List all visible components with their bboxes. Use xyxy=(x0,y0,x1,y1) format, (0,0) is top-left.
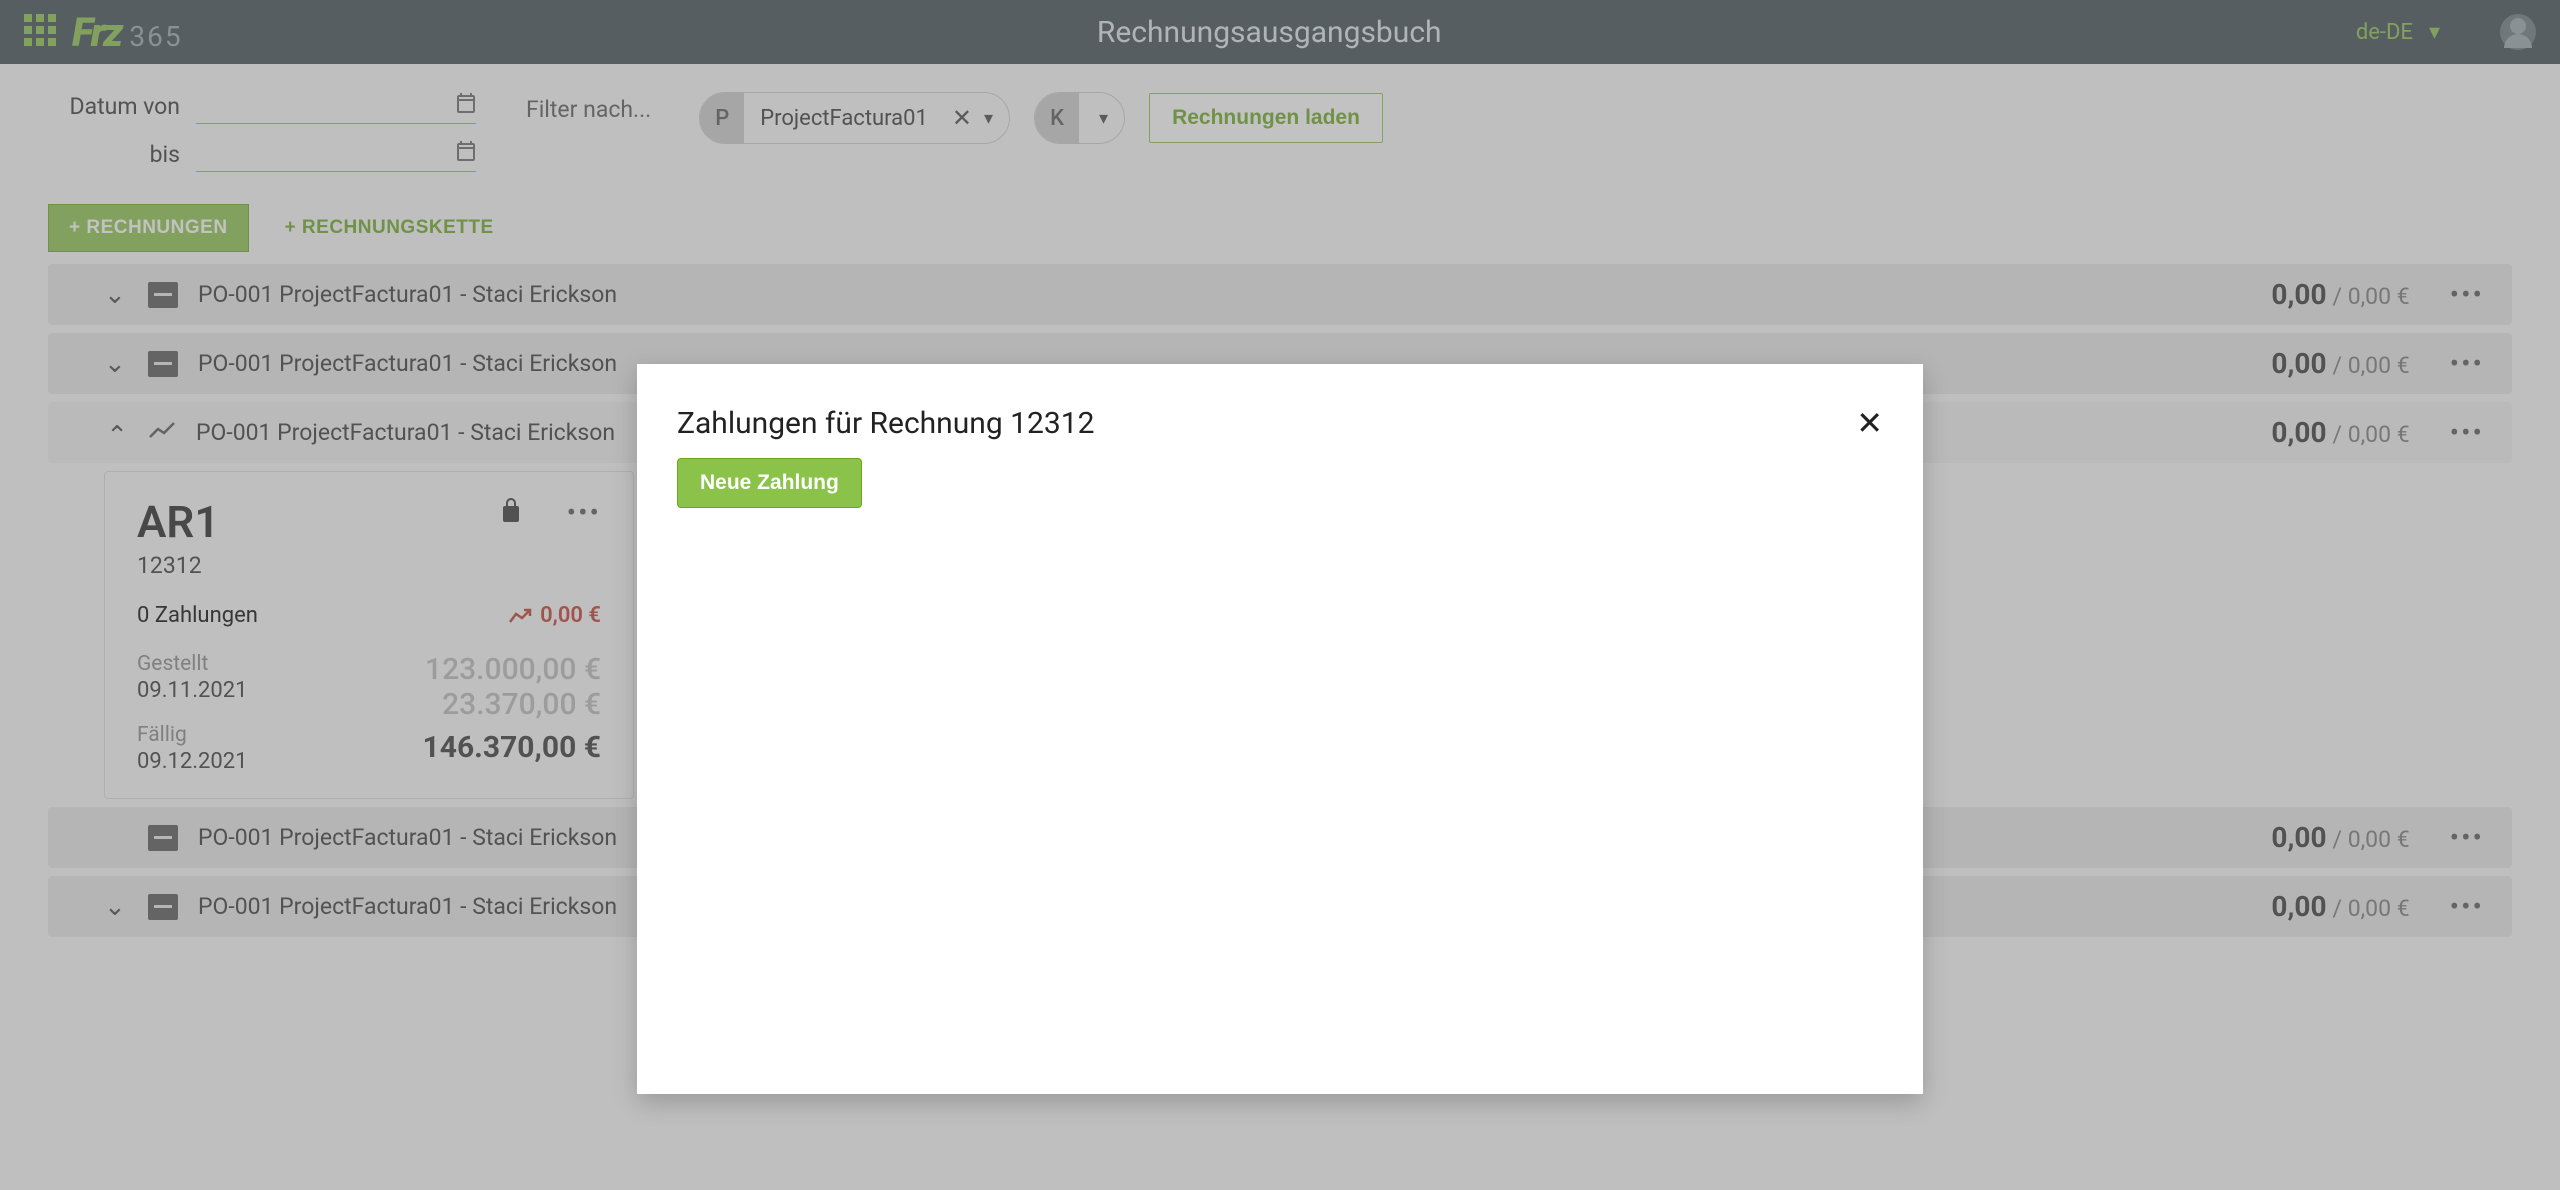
close-dialog-icon[interactable]: ✕ xyxy=(1856,404,1883,442)
payments-dialog: Zahlungen für Rechnung 12312 ✕ Neue Zahl… xyxy=(637,364,1923,1094)
new-payment-button[interactable]: Neue Zahlung xyxy=(677,458,862,508)
dialog-title: Zahlungen für Rechnung 12312 xyxy=(677,406,1856,441)
